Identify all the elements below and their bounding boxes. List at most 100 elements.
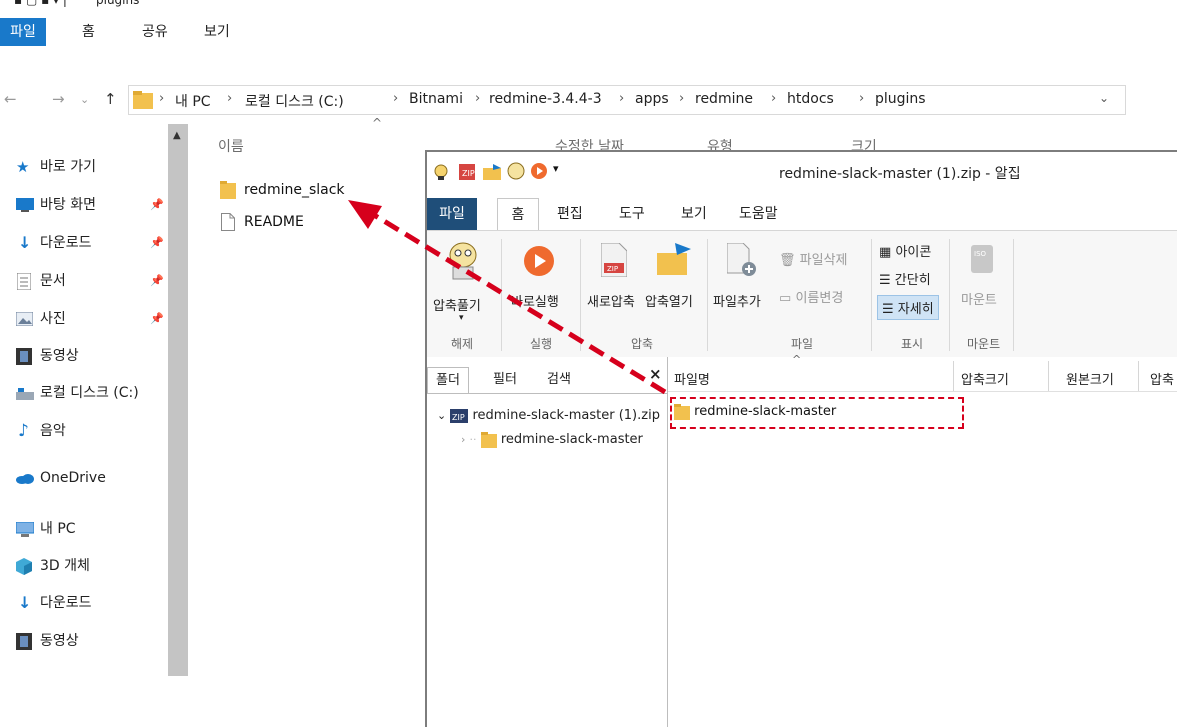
rename-button[interactable]: ▭ 이름변경 bbox=[779, 287, 843, 306]
open-archive-button[interactable]: 압축열기 bbox=[645, 239, 701, 329]
alzip-tab-tools[interactable]: 도구 bbox=[619, 198, 645, 230]
tab-view[interactable]: 보기 bbox=[194, 18, 240, 46]
tab-home[interactable]: 홈 bbox=[72, 18, 105, 46]
tree-child[interactable]: › ·· redmine-slack-master bbox=[461, 429, 643, 451]
run-button[interactable]: 바로실행 bbox=[509, 239, 575, 329]
tab-file[interactable]: 파일 bbox=[0, 18, 46, 46]
play-icon bbox=[524, 246, 554, 276]
alzip-ribbon: 압축풀기 ▾ 해제 바로실행 실행 ZIP 새로압축 압축열기 압축 파일추가 … bbox=[427, 230, 1177, 358]
column-compression[interactable]: 압축 bbox=[1150, 369, 1174, 388]
scroll-up-icon[interactable]: ▲ bbox=[173, 130, 181, 141]
svg-text:ZIP: ZIP bbox=[452, 413, 465, 422]
breadcrumb-local-disk[interactable]: 로컬 디스크 (C:) bbox=[245, 91, 344, 111]
back-button[interactable]: ← bbox=[4, 90, 17, 108]
up-button[interactable]: ↑ bbox=[104, 90, 117, 108]
open-archive-quick-icon[interactable] bbox=[483, 164, 501, 180]
add-file-button[interactable]: 파일추가 bbox=[713, 239, 773, 329]
column-separator bbox=[1138, 361, 1139, 391]
alzip-tab-view[interactable]: 보기 bbox=[681, 198, 707, 230]
view-simple-button[interactable]: ☰ 간단히 bbox=[879, 269, 931, 288]
grid-icon: ▦ bbox=[879, 245, 892, 260]
ribbon-separator bbox=[580, 239, 581, 351]
group-label-extract: 해제 bbox=[451, 337, 474, 351]
nav-scrollbar[interactable]: ▲ bbox=[168, 124, 188, 676]
alzip-tab-edit[interactable]: 편집 bbox=[557, 198, 583, 230]
star-icon: ★ bbox=[16, 158, 30, 176]
rename-icon: ▭ bbox=[779, 291, 792, 306]
pin-icon: 📌 bbox=[150, 274, 164, 287]
column-compressed-size[interactable]: 압축크기 bbox=[961, 369, 1009, 388]
new-archive-button[interactable]: ZIP 새로압축 bbox=[587, 239, 643, 329]
alzip-tab-file[interactable]: 파일 bbox=[427, 198, 477, 230]
detail-list-icon: ☰ bbox=[882, 302, 894, 317]
breadcrumb-separator: › bbox=[679, 91, 685, 106]
breadcrumb-this-pc[interactable]: 내 PC bbox=[175, 91, 211, 111]
delete-file-button[interactable]: 🗑 파일삭제 bbox=[779, 249, 848, 268]
sort-ascending-icon: ^ bbox=[792, 353, 802, 366]
explorer-titlebar: ▪ ▢ ▪ ▾ | plugins bbox=[0, 0, 1177, 8]
extract-dropdown-icon[interactable]: ▾ bbox=[459, 313, 464, 323]
tab-folder[interactable]: 폴더 bbox=[427, 367, 469, 394]
column-name[interactable]: 이름 bbox=[218, 136, 244, 156]
pin-icon: 📌 bbox=[150, 236, 164, 249]
picture-icon bbox=[16, 312, 33, 326]
ribbon-separator bbox=[501, 239, 502, 351]
tree-root[interactable]: ⌄ ZIP redmine-slack-master (1).zip bbox=[437, 405, 660, 427]
column-filename[interactable]: 파일명 bbox=[674, 369, 710, 388]
alzip-tab-help[interactable]: 도움말 bbox=[739, 198, 778, 230]
tab-share[interactable]: 공유 bbox=[132, 18, 178, 46]
file-icon bbox=[221, 213, 235, 231]
quick-access-dropdown-icon[interactable]: ▾ bbox=[553, 162, 559, 175]
cube-icon bbox=[16, 558, 32, 575]
tab-search[interactable]: 검색 bbox=[539, 367, 579, 393]
folder-icon bbox=[674, 403, 690, 420]
extract-button[interactable]: 압축풀기 ▾ bbox=[431, 239, 495, 329]
group-label-file: 파일 bbox=[791, 337, 814, 351]
folder-pane: 폴더 필터 검색 × ⌄ ZIP redmine-slack-master (1… bbox=[427, 357, 668, 727]
view-detail-button[interactable]: ☰ 자세히 bbox=[877, 295, 939, 320]
tab-filter[interactable]: 필터 bbox=[485, 367, 525, 393]
ribbon-separator bbox=[1013, 239, 1014, 351]
address-dropdown-icon[interactable]: ⌄ bbox=[1099, 91, 1109, 105]
alzip-window: ZIP ▾ redmine-slack-master (1).zip - 알집 … bbox=[425, 150, 1177, 727]
expand-icon[interactable]: › bbox=[461, 433, 465, 446]
breadcrumb-separator: › bbox=[859, 91, 865, 106]
extract-quick-icon[interactable] bbox=[507, 162, 525, 180]
trash-icon: 🗑 bbox=[779, 253, 796, 268]
pin-icon: 📌 bbox=[150, 312, 164, 325]
archive-item-redmine-slack-master[interactable]: redmine-slack-master bbox=[674, 401, 836, 423]
folder-icon bbox=[220, 181, 236, 199]
breadcrumb-plugins[interactable]: plugins bbox=[875, 91, 926, 107]
cloud-icon bbox=[16, 474, 34, 484]
folder-icon bbox=[480, 431, 497, 448]
svg-text:ISO: ISO bbox=[974, 250, 987, 258]
music-icon: ♪ bbox=[18, 421, 29, 441]
download-icon: ↓ bbox=[18, 233, 32, 252]
new-archive-quick-icon[interactable]: ZIP bbox=[459, 164, 475, 180]
ribbon-separator bbox=[949, 239, 950, 351]
group-label-run: 실행 bbox=[530, 337, 553, 351]
recent-dropdown-button[interactable]: ⌄ bbox=[80, 93, 89, 106]
forward-button[interactable]: → bbox=[52, 90, 65, 108]
breadcrumb-separator: › bbox=[159, 91, 165, 106]
run-quick-icon[interactable] bbox=[531, 163, 547, 179]
alzip-tab-home[interactable]: 홈 bbox=[497, 198, 539, 231]
breadcrumb-htdocs[interactable]: htdocs bbox=[787, 91, 834, 107]
mount-button[interactable]: ISO 마운트 bbox=[957, 239, 1011, 329]
breadcrumb-redmine[interactable]: redmine bbox=[695, 91, 753, 107]
close-icon[interactable]: × bbox=[649, 365, 662, 383]
breadcrumb-separator: › bbox=[619, 91, 625, 106]
collapse-icon[interactable]: ⌄ bbox=[437, 409, 446, 422]
svg-text:ZIP: ZIP bbox=[462, 169, 475, 178]
view-icon-button[interactable]: ▦ 아이콘 bbox=[879, 241, 931, 260]
breadcrumb-apps[interactable]: apps bbox=[635, 91, 669, 107]
address-bar[interactable]: › 내 PC › 로컬 디스크 (C:) › Bitnami › redmine… bbox=[128, 85, 1126, 115]
svg-text:ZIP: ZIP bbox=[607, 265, 618, 273]
pin-icon: 📌 bbox=[150, 198, 164, 211]
column-original-size[interactable]: 원본크기 bbox=[1066, 369, 1114, 388]
breadcrumb-redmine-version[interactable]: redmine-3.4.4-3 bbox=[489, 91, 602, 107]
download-icon: ↓ bbox=[18, 593, 32, 612]
group-label-compress: 압축 bbox=[631, 337, 654, 351]
breadcrumb-bitnami[interactable]: Bitnami bbox=[409, 91, 463, 107]
disc-image-icon: ISO bbox=[971, 245, 993, 273]
